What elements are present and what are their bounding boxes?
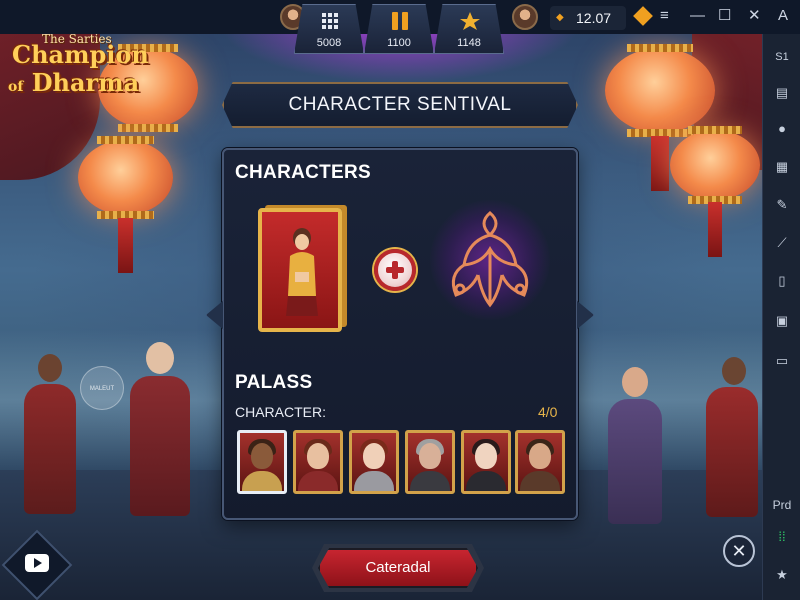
character-portrait[interactable] [349, 430, 399, 494]
watermark-badge: MALEUT [80, 366, 124, 410]
time-value: 12.07 [576, 10, 612, 26]
page-title: CHARACTER SENTIVAL [288, 94, 512, 115]
play-icon[interactable] [25, 554, 49, 572]
grid-dots-icon[interactable]: ⁞⁞ [772, 528, 792, 546]
character-portrait[interactable] [293, 430, 343, 494]
confirm-button-label[interactable]: Cateradal [318, 548, 478, 588]
character-count: 4/0 [538, 404, 558, 420]
user-icon[interactable]: ● [772, 120, 792, 138]
keyboard-icon[interactable]: ▦ [772, 158, 792, 176]
pause-icon [365, 9, 433, 31]
logo-line-2: of Dharma [8, 68, 139, 97]
background-character [600, 365, 670, 530]
logo-of: of [8, 79, 24, 95]
hud-value: 5008 [316, 37, 342, 49]
time-display: ◆ 12.07 [550, 6, 626, 30]
hud-resource-2[interactable]: 1100 [364, 4, 434, 54]
logo-dharma: Dharma [31, 68, 140, 97]
minimize-icon[interactable]: — [690, 8, 705, 24]
character-portrait[interactable] [515, 430, 565, 494]
logo-line-1: Champion [12, 40, 149, 69]
character-portrait-icon [286, 228, 318, 316]
sidebar-item-prd[interactable]: Prd [772, 496, 792, 514]
character-card[interactable] [258, 208, 342, 332]
card-icon[interactable]: ▭ [772, 352, 792, 370]
character-portrait[interactable] [461, 430, 511, 494]
lotus-emblem-icon [451, 211, 529, 308]
opponent-avatar[interactable] [512, 4, 538, 30]
diamond-icon: ◆ [556, 12, 564, 23]
pen-icon[interactable]: ✎ [772, 196, 792, 214]
sidebar-top-label[interactable]: A [778, 8, 788, 24]
hud-value: 1148 [457, 37, 481, 49]
sidebar-item-s1[interactable]: S1 [772, 48, 792, 66]
star-icon[interactable]: ★ [772, 566, 792, 584]
lantern [605, 44, 715, 191]
grid-icon [295, 9, 363, 31]
hud-resource-1[interactable]: 5008 [294, 4, 364, 54]
maximize-icon[interactable]: ☐ [718, 8, 731, 24]
document-icon[interactable]: ▤ [772, 84, 792, 102]
add-character-button[interactable] [374, 249, 416, 291]
palass-heading: PALASS [235, 372, 313, 393]
character-portrait[interactable] [405, 430, 455, 494]
hud-value: 1100 [387, 37, 411, 49]
ruler-icon[interactable]: ⟋ [772, 234, 792, 252]
hud-resource-3[interactable]: 1148 [434, 4, 504, 54]
background-character [120, 340, 200, 525]
background-character [700, 355, 762, 525]
phone-icon[interactable]: ▯ [772, 272, 792, 290]
game-logo: The Sarties Champion of Dharma [8, 30, 158, 100]
right-sidebar: S1 ▤ ● ▦ ✎ ⟋ ▯ ▣ ▭ Prd ⁞⁞ ★ [762, 34, 800, 600]
lantern [78, 136, 173, 273]
lantern [670, 126, 760, 257]
star-icon [435, 9, 503, 31]
close-button[interactable]: ✕ [723, 535, 755, 567]
screenshot-icon[interactable]: ▣ [772, 312, 792, 330]
characters-heading: CHARACTERS [235, 162, 371, 183]
character-portrait[interactable] [237, 430, 287, 494]
background-character [10, 350, 90, 520]
close-window-icon[interactable]: ✕ [748, 8, 761, 24]
menu-icon[interactable]: ≡ [660, 8, 669, 24]
character-label: CHARACTER: [235, 404, 327, 420]
